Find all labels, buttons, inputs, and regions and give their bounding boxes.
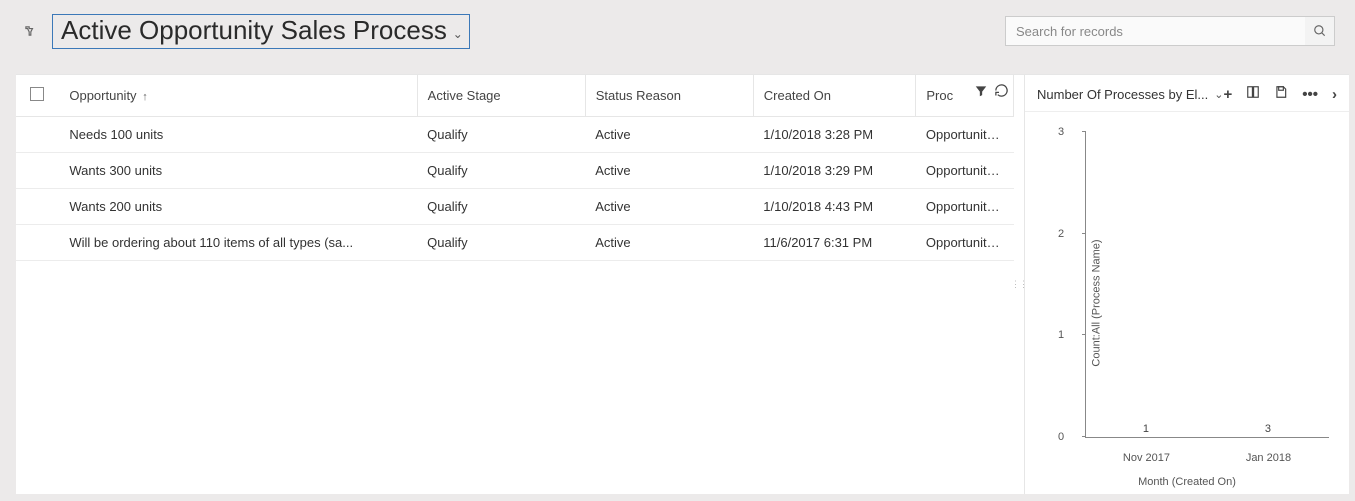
created-on-cell: 1/10/2018 4:43 PM [753, 189, 916, 225]
column-label: Status Reason [596, 88, 681, 103]
status-cell: Active [585, 117, 753, 153]
opportunity-link[interactable]: Needs 100 units [59, 117, 417, 153]
stage-link[interactable]: Qualify [417, 117, 585, 153]
y-tick-label: 2 [1058, 228, 1064, 240]
checkbox-icon [30, 87, 44, 101]
search-input[interactable] [1005, 16, 1335, 46]
chart-bar[interactable]: 1 [1116, 423, 1176, 438]
chart-x-axis-label: Month (Created On) [1025, 476, 1349, 488]
status-cell: Active [585, 153, 753, 189]
table-row[interactable]: Wants 200 unitsQualifyActive1/10/2018 4:… [16, 189, 1014, 225]
x-tick-label: Nov 2017 [1123, 452, 1170, 464]
view-title-text: Active Opportunity Sales Process [61, 15, 447, 45]
column-header-status-reason[interactable]: Status Reason [585, 75, 753, 117]
chart-panel: Number Of Processes by El... ⌄ + ••• › C… [1024, 75, 1349, 494]
view-selector[interactable]: Active Opportunity Sales Process ⌄ [52, 14, 470, 49]
row-checkbox-cell[interactable] [16, 189, 59, 225]
row-checkbox-cell[interactable] [16, 225, 59, 261]
collapse-chart-chevron-icon[interactable]: › [1332, 86, 1337, 103]
new-chart-button[interactable]: + [1223, 86, 1232, 103]
bar-value-label: 3 [1265, 423, 1271, 435]
column-label: Opportunity [69, 88, 136, 103]
more-commands-button[interactable]: ••• [1302, 86, 1318, 103]
y-tick-label: 1 [1058, 329, 1064, 341]
column-header-created-on[interactable]: Created On [753, 75, 916, 117]
filter-icon[interactable] [974, 84, 988, 102]
refresh-icon[interactable] [994, 83, 1009, 102]
chart-bar[interactable]: 3 [1238, 423, 1298, 438]
created-on-cell: 11/6/2017 6:31 PM [753, 225, 916, 261]
column-label: Created On [764, 88, 831, 103]
table-row[interactable]: Wants 300 unitsQualifyActive1/10/2018 3:… [16, 153, 1014, 189]
status-cell: Active [585, 189, 753, 225]
table-row[interactable]: Needs 100 unitsQualifyActive1/10/2018 3:… [16, 117, 1014, 153]
sort-asc-icon: ↑ [142, 91, 148, 103]
table-row[interactable]: Will be ordering about 110 items of all … [16, 225, 1014, 261]
splitter-handle[interactable]: ⋮⋮ [1014, 75, 1024, 494]
stage-link[interactable]: Qualify [417, 189, 585, 225]
created-on-cell: 1/10/2018 3:28 PM [753, 117, 916, 153]
column-label: Proc [926, 88, 953, 103]
column-header-opportunity[interactable]: Opportunity ↑ [59, 75, 417, 117]
grid: Opportunity ↑ Active Stage Status Reason… [16, 75, 1014, 494]
column-header-active-stage[interactable]: Active Stage [417, 75, 585, 117]
chevron-down-icon: ⌄ [453, 27, 463, 41]
process-link[interactable]: Opportunity Sa [916, 189, 1014, 225]
status-cell: Active [585, 225, 753, 261]
opportunity-link[interactable]: Wants 300 units [59, 153, 417, 189]
chart-bars: 13 [1085, 132, 1329, 438]
chart-selector-chevron-icon[interactable]: ⌄ [1214, 88, 1223, 101]
row-checkbox-cell[interactable] [16, 153, 59, 189]
process-link[interactable]: Opportunity Sa [916, 225, 1014, 261]
chart-x-ticks: Nov 2017 Jan 2018 [1085, 452, 1329, 464]
x-tick-label: Jan 2018 [1246, 452, 1291, 464]
pin-icon[interactable] [16, 17, 44, 45]
search-button[interactable] [1305, 16, 1335, 46]
y-tick-label: 0 [1058, 431, 1064, 443]
column-header-process[interactable]: Proc [916, 75, 1014, 117]
column-label: Active Stage [428, 88, 501, 103]
process-link[interactable]: Opportunity Sa [916, 153, 1014, 189]
y-tick-label: 3 [1058, 126, 1064, 138]
created-on-cell: 1/10/2018 3:29 PM [753, 153, 916, 189]
process-link[interactable]: Opportunity Sa [916, 117, 1014, 153]
stage-link[interactable]: Qualify [417, 225, 585, 261]
stage-link[interactable]: Qualify [417, 153, 585, 189]
opportunity-link[interactable]: Wants 200 units [59, 189, 417, 225]
expand-chart-icon[interactable] [1246, 85, 1260, 103]
save-chart-icon[interactable] [1274, 85, 1288, 103]
row-checkbox-cell[interactable] [16, 117, 59, 153]
opportunity-link[interactable]: Will be ordering about 110 items of all … [59, 225, 417, 261]
chart-title: Number Of Processes by El... [1037, 87, 1208, 102]
select-all-header[interactable] [16, 75, 59, 117]
bar-value-label: 1 [1143, 423, 1149, 435]
